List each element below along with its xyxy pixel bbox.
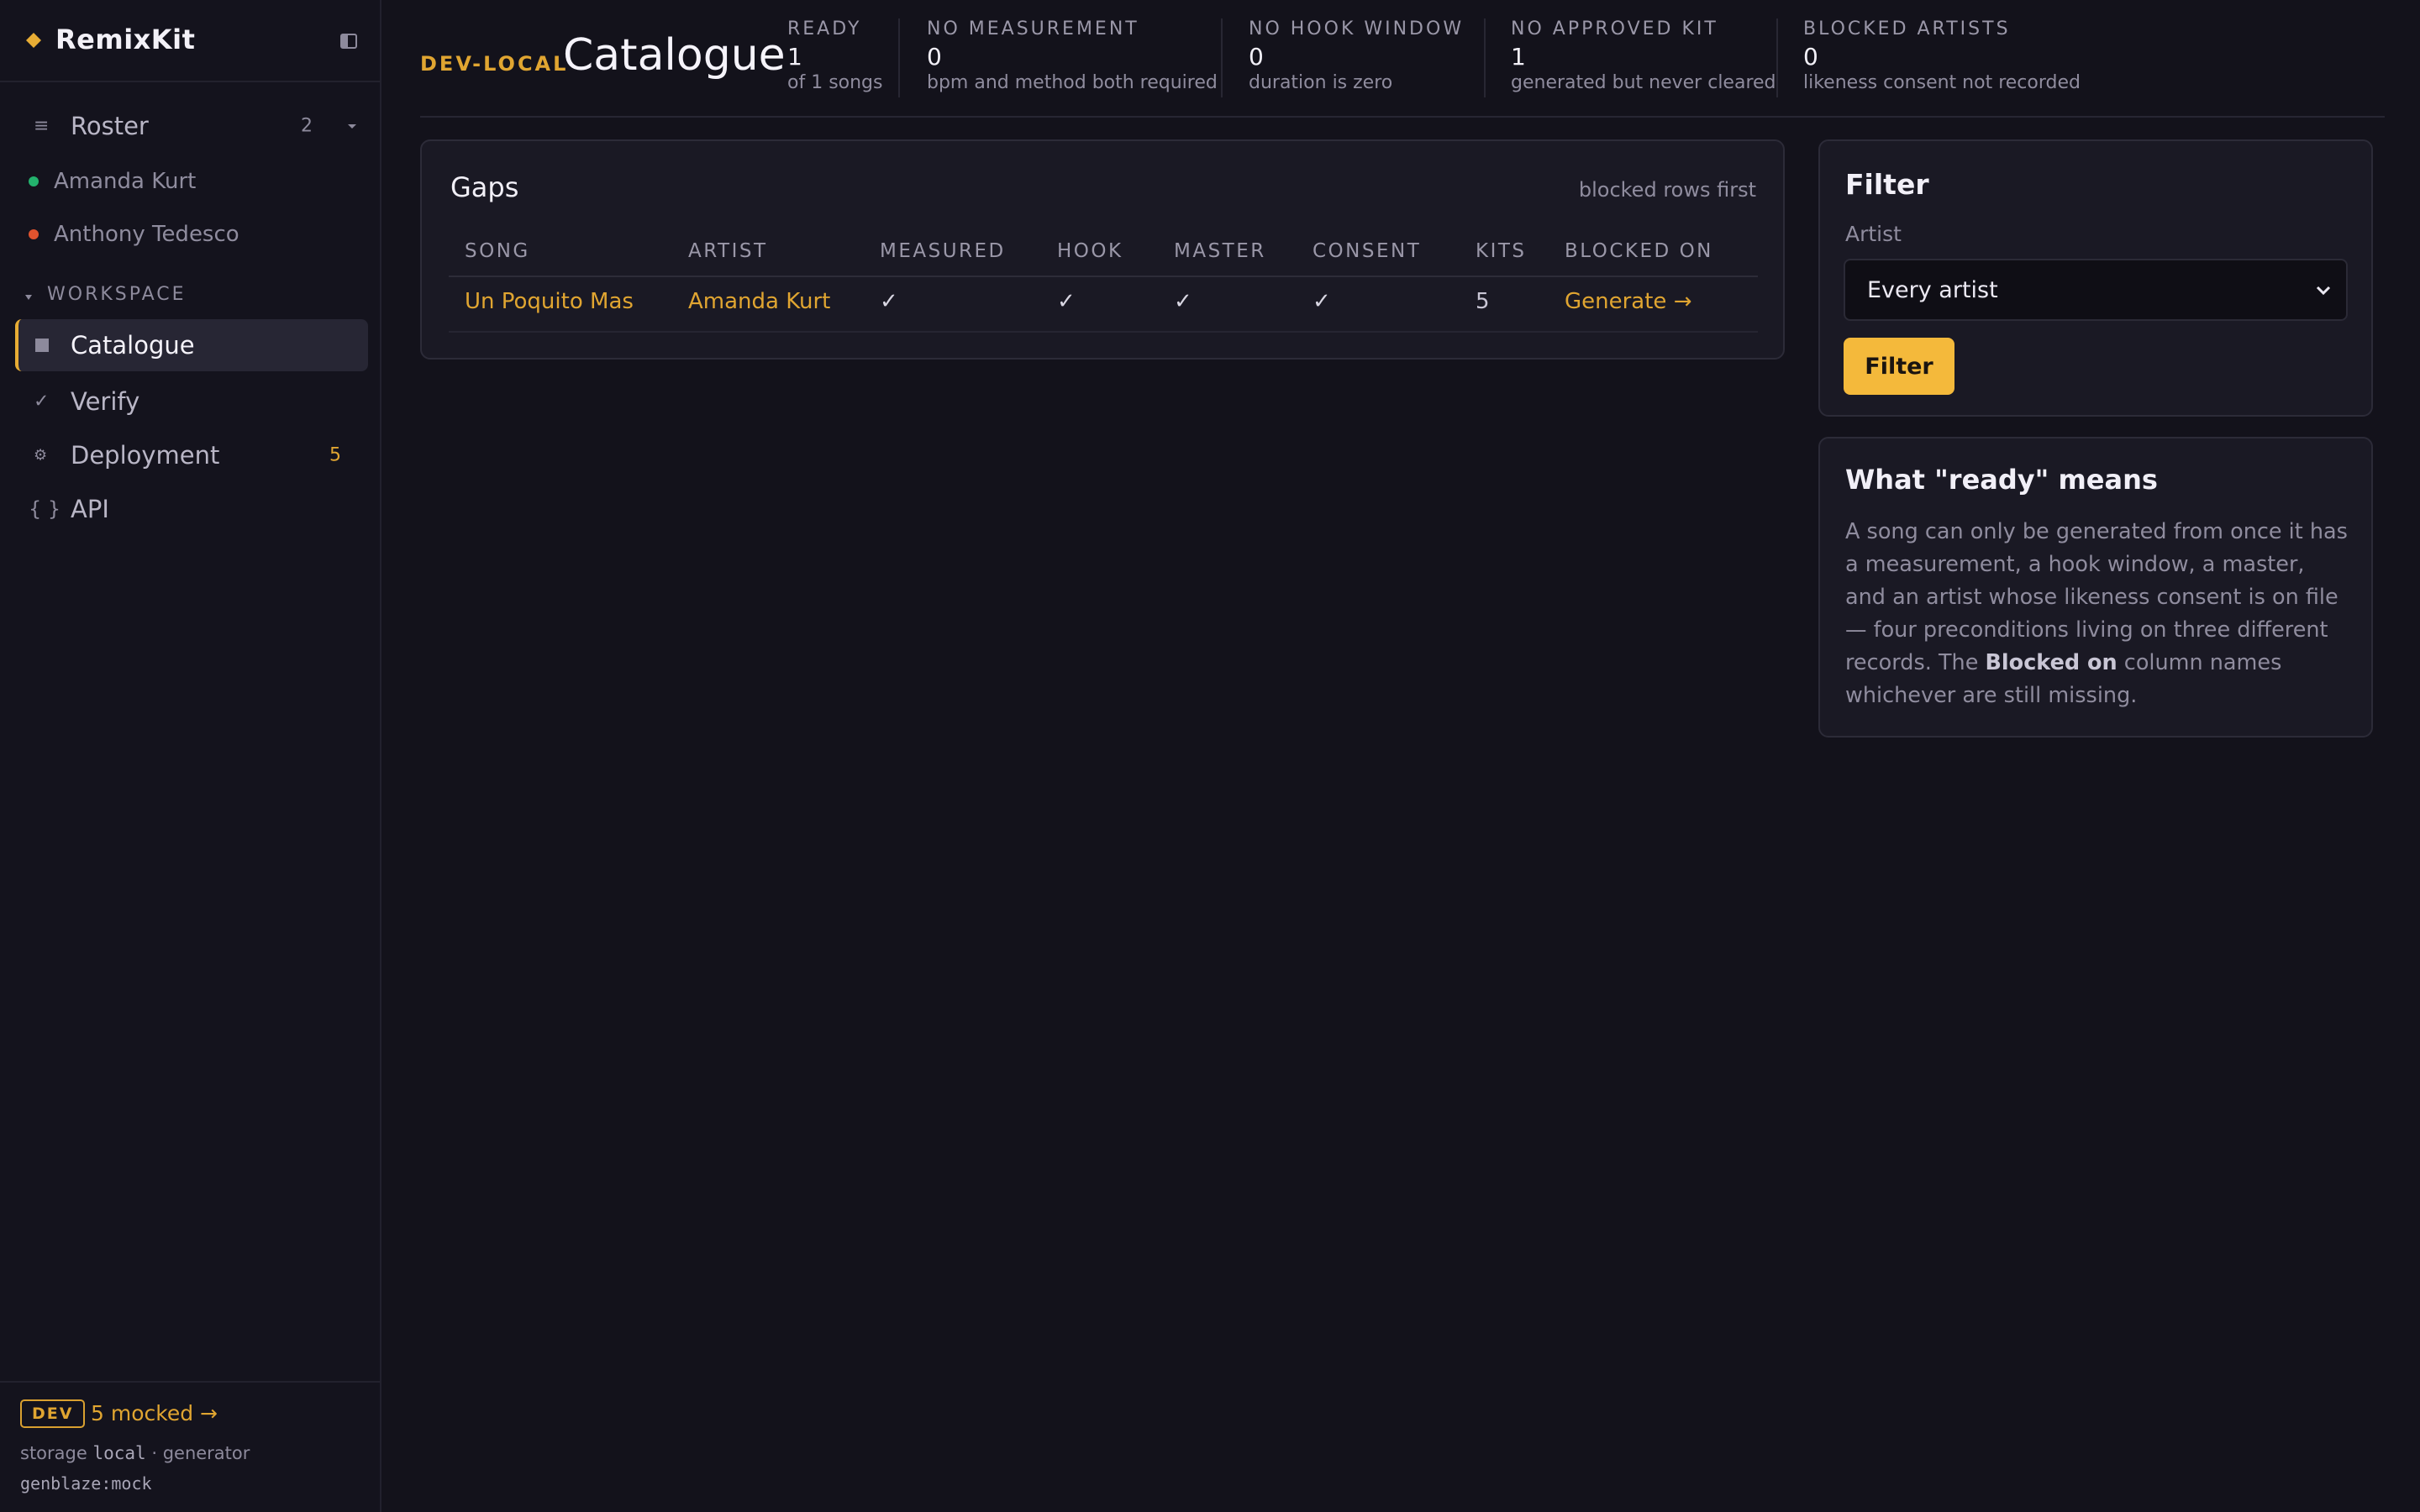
braces-icon: { } <box>29 497 61 521</box>
sidebar-item-label: API <box>71 495 109 523</box>
sidebar-item-catalogue[interactable]: Catalogue <box>15 319 368 371</box>
stat-key: BLOCKED ARTISTS <box>1803 18 2011 39</box>
artist-label: Artist <box>1845 222 1902 246</box>
sidebar-item-label: Verify <box>71 387 140 416</box>
stat-no-measurement: NO MEASUREMENT 0 bpm and method both req… <box>927 18 1218 99</box>
chevron-down-icon <box>2316 286 2331 296</box>
generator-name: genblaze:mock <box>20 1473 152 1494</box>
measured-check-icon: ✓ <box>880 289 898 314</box>
stat-key: READY <box>787 18 862 39</box>
sidebar-item-label: Deployment <box>71 441 220 470</box>
sidebar-item-label: Roster <box>71 112 149 140</box>
kits-count: 5 <box>1476 289 1490 314</box>
storage-value: local <box>92 1443 146 1463</box>
roster-artist[interactable]: Amanda Kurt <box>15 158 368 205</box>
sidebar-item-label: Catalogue <box>71 331 195 360</box>
sidebar-item-api[interactable]: { } API <box>15 483 368 535</box>
check-icon: ✓ <box>34 391 50 412</box>
artist-select[interactable]: Every artist <box>1844 259 2348 321</box>
filter-panel: Filter Artist Every artist Filter <box>1818 139 2373 417</box>
sidebar: RemixKit ≡ Roster 2 Amanda Kurt Anthony … <box>0 0 381 1512</box>
column-header-song[interactable]: SONG <box>465 240 530 262</box>
divider <box>1484 18 1486 97</box>
column-header-measured[interactable]: MEASURED <box>880 240 1006 262</box>
divider <box>1221 18 1223 97</box>
stat-key: NO APPROVED KIT <box>1511 18 1718 39</box>
sort-hint: blocked rows first <box>1578 178 1756 202</box>
stat-key: NO HOOK WINDOW <box>1249 18 1465 39</box>
status-dot-icon <box>29 229 39 239</box>
brand-bar: RemixKit <box>0 0 380 82</box>
sidebar-item-roster[interactable]: ≡ Roster 2 <box>15 100 368 152</box>
column-header-consent[interactable]: CONSENT <box>1313 240 1421 262</box>
column-header-master[interactable]: MASTER <box>1174 240 1266 262</box>
emphasis-text: Blocked on <box>1985 650 2118 675</box>
stat-value: 1 <box>787 43 802 71</box>
stat-sub: of 1 songs <box>787 72 883 93</box>
divider <box>1776 18 1778 97</box>
app-name: RemixKit <box>55 24 196 55</box>
stat-sub: bpm and method both required <box>927 72 1218 93</box>
list-icon: ≡ <box>34 115 50 137</box>
diamond-logo-icon <box>26 33 41 48</box>
divider <box>898 18 900 97</box>
panel-title: Filter <box>1845 168 1929 201</box>
page-header: DEV-LOCAL Catalogue READY 1 of 1 songs N… <box>420 0 2385 118</box>
generate-link[interactable]: Generate → <box>1565 289 1691 314</box>
deployment-count: 5 <box>329 444 341 466</box>
storage-info: storage local · generator <box>20 1443 250 1463</box>
stat-value: 0 <box>1249 43 1264 71</box>
sidebar-footer: DEV 5 mocked → storage local · generator… <box>0 1381 380 1512</box>
sidebar-item-verify[interactable]: ✓ Verify <box>15 375 368 428</box>
roster-artist[interactable]: Anthony Tedesco <box>15 211 368 258</box>
stat-sub: duration is zero <box>1249 72 1393 93</box>
mocked-link[interactable]: 5 mocked → <box>91 1401 218 1425</box>
sidebar-collapse-icon[interactable] <box>339 32 358 50</box>
stat-sub: generated but never cleared <box>1511 72 1776 93</box>
stat-value: 1 <box>1511 43 1526 71</box>
artist-name: Anthony Tedesco <box>54 222 239 247</box>
ready-info-panel: What "ready" means A song can only be ge… <box>1818 437 2373 738</box>
storage-suffix: · generator <box>145 1443 250 1463</box>
caret-down-icon[interactable] <box>346 122 358 130</box>
storage-prefix: storage <box>20 1443 93 1463</box>
stat-key: NO MEASUREMENT <box>927 18 1139 39</box>
ready-description: A song can only be generated from once i… <box>1845 516 2349 712</box>
divider <box>449 331 1758 333</box>
stat-ready: READY 1 of 1 songs <box>787 18 882 99</box>
consent-check-icon: ✓ <box>1313 289 1331 314</box>
stat-sub: likeness consent not recorded <box>1803 72 2081 93</box>
song-link[interactable]: Un Poquito Mas <box>465 289 634 314</box>
gear-icon: ⚙ <box>34 446 48 465</box>
stat-blocked-artists: BLOCKED ARTISTS 0 likeness consent not r… <box>1803 18 2081 99</box>
page-title: Catalogue <box>563 30 786 81</box>
stat-value: 0 <box>1803 43 1818 71</box>
select-value: Every artist <box>1867 277 1998 303</box>
artist-name: Amanda Kurt <box>54 169 197 194</box>
stat-no-hook-window: NO HOOK WINDOW 0 duration is zero <box>1249 18 1464 99</box>
status-dot-icon <box>29 176 39 186</box>
divider <box>449 276 1758 277</box>
catalogue-icon <box>34 337 50 354</box>
env-label: DEV-LOCAL <box>420 52 569 76</box>
env-badge: DEV <box>20 1399 86 1428</box>
section-label: WORKSPACE <box>47 284 187 305</box>
panel-title: What "ready" means <box>1845 464 2158 496</box>
artist-link[interactable]: Amanda Kurt <box>688 289 830 314</box>
gaps-panel: Gaps blocked rows first SONG ARTIST MEAS… <box>420 139 1785 360</box>
stat-value: 0 <box>927 43 942 71</box>
stat-no-approved-kit: NO APPROVED KIT 1 generated but never cl… <box>1511 18 1776 99</box>
sidebar-item-deployment[interactable]: ⚙ Deployment 5 <box>15 429 368 481</box>
column-header-hook[interactable]: HOOK <box>1057 240 1123 262</box>
roster-count: 2 <box>301 115 313 137</box>
column-header-kits[interactable]: KITS <box>1476 240 1527 262</box>
caret-small-icon <box>25 295 32 300</box>
hook-check-icon: ✓ <box>1057 289 1076 314</box>
column-header-blocked-on[interactable]: BLOCKED ON <box>1565 240 1713 262</box>
column-header-artist[interactable]: ARTIST <box>688 240 768 262</box>
panel-title: Gaps <box>450 171 519 203</box>
filter-button[interactable]: Filter <box>1844 338 1954 395</box>
master-check-icon: ✓ <box>1174 289 1192 314</box>
